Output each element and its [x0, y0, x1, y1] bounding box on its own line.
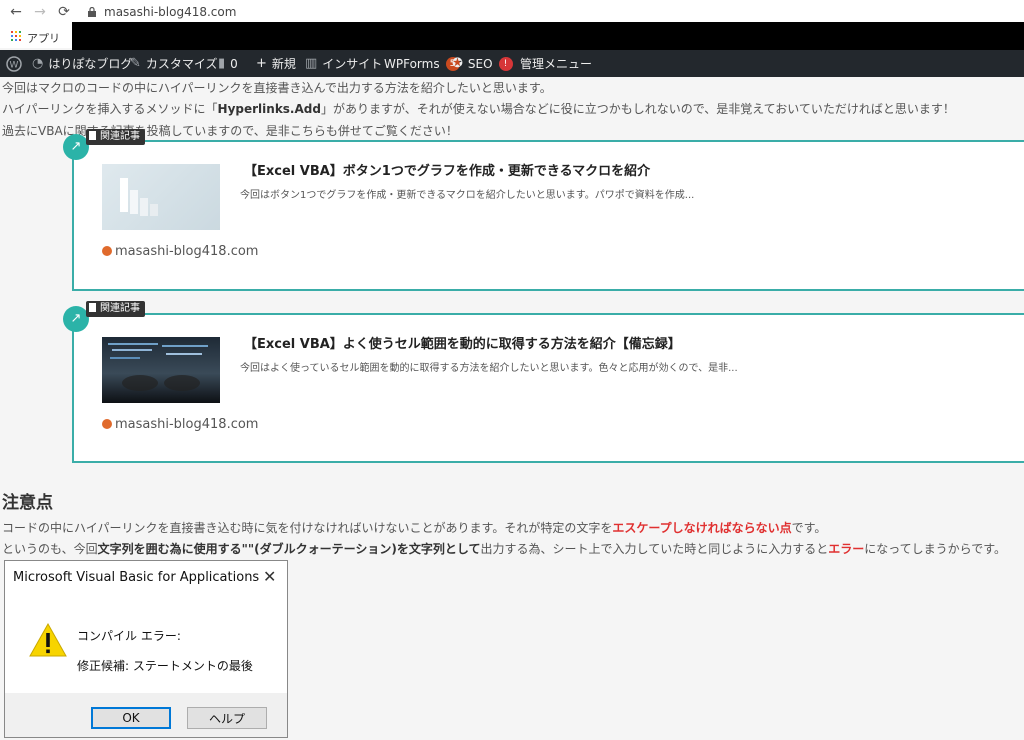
site-name-item[interactable]: ◔ はりぽなブログ	[32, 50, 132, 77]
new-item[interactable]: + 新規	[256, 50, 296, 77]
admin-menu-item[interactable]: 管理メニュー	[520, 50, 592, 77]
close-icon[interactable]: ✕	[263, 567, 276, 586]
reload-icon[interactable]: ⟳	[56, 4, 72, 20]
dashboard-icon: ◔	[32, 56, 44, 71]
card-thumbnail	[102, 164, 220, 230]
caution-paragraph: コードの中にハイパーリンクを直接書き込む時に気を付けなければいけないことがありま…	[2, 521, 827, 535]
seo-item[interactable]: ✪ SEO!	[452, 50, 513, 77]
brush-icon: ✎	[130, 56, 141, 71]
lock-icon	[88, 7, 96, 17]
document-icon	[89, 303, 96, 312]
redacted-area	[72, 22, 1024, 50]
seo-gear-icon: ✪	[452, 56, 463, 71]
apps-label[interactable]: アプリ	[27, 30, 60, 46]
intro-paragraph: 今回はマクロのコードの中にハイパーリンクを直接書き込んで出力する方法を紹介したい…	[2, 81, 552, 95]
related-tag: 関連記事	[86, 129, 145, 145]
card-excerpt: 今回はよく使っているセル範囲を動的に取得する方法を紹介したいと思います。色々と応…	[240, 363, 738, 374]
card-site: masashi-blog418.com	[102, 417, 258, 432]
customize-item[interactable]: ✎ カスタマイズ	[130, 50, 218, 77]
card-title[interactable]: 【Excel VBA】よく使うセル範囲を動的に取得する方法を紹介【備忘録】	[244, 333, 681, 352]
document-icon	[89, 131, 96, 140]
related-article-card[interactable]: 【Excel VBA】よく使うセル範囲を動的に取得する方法を紹介【備忘録】 今回…	[72, 313, 1024, 463]
apps-icon[interactable]	[11, 31, 21, 41]
reason-paragraph: というのも、今回文字列を囲む為に使用する""(ダブルクォーテーション)を文字列と…	[2, 542, 1007, 556]
error-type: コンパイル エラー:	[77, 629, 181, 643]
help-button[interactable]: ヘルプ	[187, 707, 267, 729]
dialog-title: Microsoft Visual Basic for Applications	[13, 570, 260, 585]
plus-icon: +	[256, 56, 267, 71]
address-bar[interactable]: masashi-blog418.com	[104, 5, 236, 19]
warning-icon	[29, 623, 67, 657]
comments-item[interactable]: ▮ 0	[218, 50, 238, 77]
wp-admin-bar: W ◔ はりぽなブログ ✎ カスタマイズ ▮ 0 + 新規 ▥ インサイト WPForms…	[0, 50, 1024, 77]
insight-item[interactable]: ▥ インサイト	[305, 50, 382, 77]
forward-icon[interactable]: →	[32, 4, 48, 20]
error-detail: 修正候補: ステートメントの最後	[77, 659, 253, 673]
method-paragraph: ハイパーリンクを挿入するメソッドに「Hyperlinks.Add」がありますが、…	[2, 102, 955, 116]
seo-badge: !	[498, 56, 513, 71]
card-excerpt: 今回はボタン1つでグラフを作成・更新できるマクロを紹介したいと思います。パワポで…	[240, 190, 695, 201]
site-favicon-icon	[102, 246, 112, 256]
vba-error-dialog: Microsoft Visual Basic for Applications …	[4, 560, 288, 738]
comment-icon: ▮	[218, 56, 226, 71]
related-article-card[interactable]: 【Excel VBA】ボタン1つでグラフを作成・更新できるマクロを紹介 今回はボ…	[72, 140, 1024, 291]
wp-logo-icon[interactable]: W	[6, 50, 22, 77]
related-tag: 関連記事	[86, 301, 145, 317]
card-title[interactable]: 【Excel VBA】ボタン1つでグラフを作成・更新できるマクロを紹介	[244, 160, 650, 179]
card-site: masashi-blog418.com	[102, 244, 258, 259]
back-icon[interactable]: ←	[8, 4, 24, 20]
ok-button[interactable]: OK	[91, 707, 171, 729]
bar-chart-icon: ▥	[305, 56, 318, 71]
section-heading: 注意点	[2, 493, 53, 513]
wpforms-item[interactable]: WPForms 5	[384, 50, 460, 77]
card-thumbnail	[102, 337, 220, 403]
dialog-footer: OK ヘルプ	[5, 693, 287, 737]
site-favicon-icon	[102, 419, 112, 429]
svg-text:W: W	[10, 60, 19, 70]
